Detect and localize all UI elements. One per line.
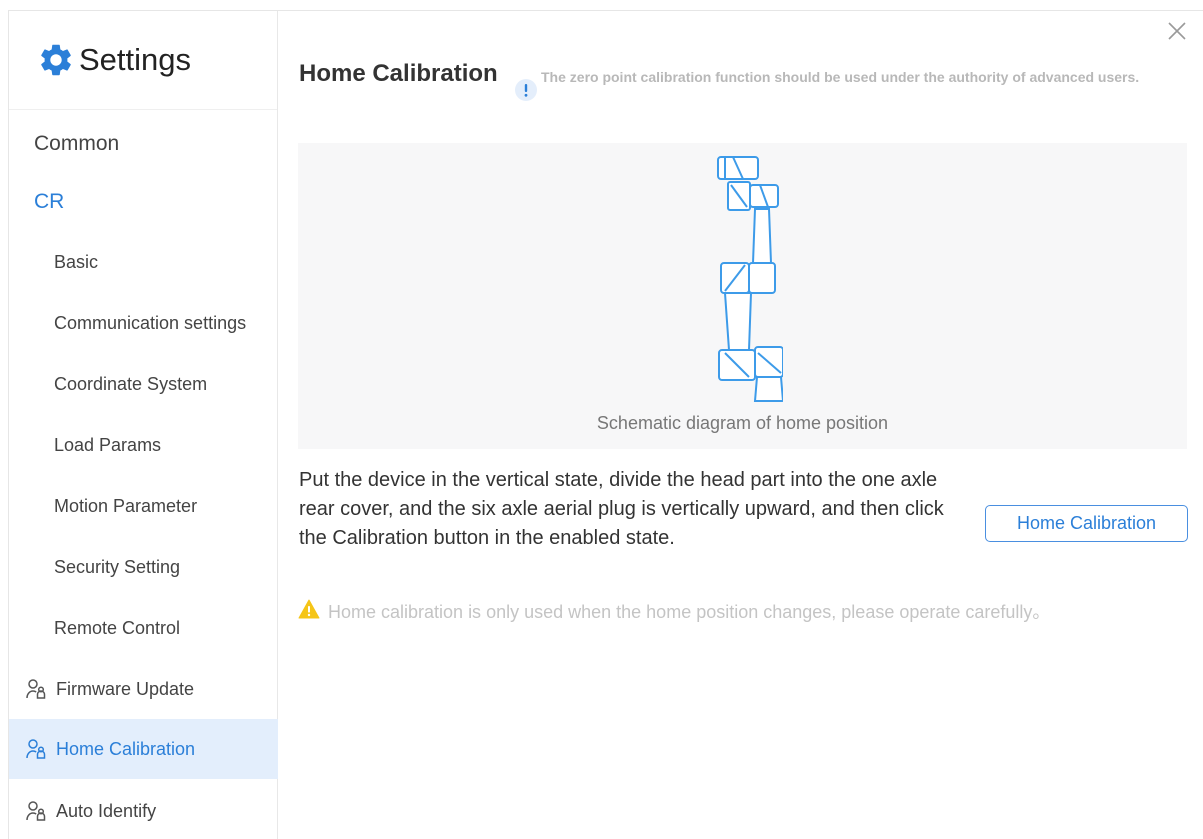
sidebar-item-basic[interactable]: Basic	[9, 232, 278, 292]
sidebar-item-firmware-update[interactable]: Firmware Update	[9, 659, 278, 719]
sidebar-item-label: Common	[34, 132, 120, 155]
info-icon	[515, 79, 537, 101]
sidebar-item-common[interactable]: Common	[9, 114, 278, 174]
sidebar: Settings Common CR Basic Communication s…	[9, 11, 278, 839]
sidebar-item-cr[interactable]: CR	[9, 172, 278, 232]
gear-icon	[41, 44, 71, 76]
warning-icon	[298, 599, 320, 619]
sidebar-item-load-params[interactable]: Load Params	[9, 415, 278, 475]
calibration-instructions: Put the device in the vertical state, di…	[299, 469, 944, 549]
sidebar-item-label: Firmware Update	[56, 678, 195, 699]
warning-text: Home calibration is only used when the h…	[328, 602, 1051, 622]
sidebar-item-security-setting[interactable]: Security Setting	[9, 537, 278, 597]
sidebar-item-label: Load Params	[54, 434, 162, 455]
diagram-caption: Schematic diagram of home position	[596, 413, 889, 433]
sidebar-item-label: Security Setting	[54, 556, 181, 577]
sidebar-item-label: Remote Control	[54, 617, 181, 638]
sidebar-item-label: Coordinate System	[54, 373, 208, 394]
sidebar-item-home-calibration[interactable]: Home Calibration	[9, 719, 278, 779]
robot-arm-diagram	[717, 156, 783, 402]
user-group-icon	[26, 739, 46, 759]
home-calibration-button[interactable]: Home Calibration	[985, 505, 1188, 542]
sidebar-item-label: Communication settings	[54, 312, 247, 333]
sidebar-item-label: Basic	[54, 251, 99, 272]
page-title: Home Calibration	[299, 60, 498, 87]
sidebar-item-auto-identify[interactable]: Auto Identify	[9, 781, 278, 839]
info-note: The zero point calibration function shou…	[541, 69, 1140, 85]
sidebar-header: Settings	[9, 11, 277, 110]
sidebar-item-remote-control[interactable]: Remote Control	[9, 598, 278, 658]
sidebar-item-label: Motion Parameter	[54, 495, 198, 516]
sidebar-title: Settings	[79, 42, 192, 77]
sidebar-item-coordinate-system[interactable]: Coordinate System	[9, 354, 278, 414]
close-icon[interactable]	[1166, 20, 1188, 42]
sidebar-item-label: Auto Identify	[56, 800, 157, 821]
sidebar-item-label: CR	[34, 190, 65, 213]
sidebar-item-communication-settings[interactable]: Communication settings	[9, 293, 278, 353]
sidebar-item-motion-parameter[interactable]: Motion Parameter	[9, 476, 278, 536]
user-group-icon	[26, 801, 46, 821]
diagram-panel: Schematic diagram of home position	[298, 143, 1187, 449]
user-group-icon	[26, 679, 46, 699]
sidebar-item-label: Home Calibration	[56, 738, 196, 759]
